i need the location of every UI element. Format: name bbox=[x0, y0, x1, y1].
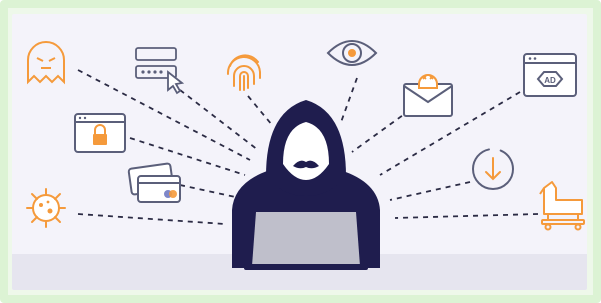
ghost-icon bbox=[27, 41, 65, 85]
browser-ad-icon bbox=[523, 53, 577, 97]
login-form-cursor-icon bbox=[135, 47, 185, 95]
fingerprint-icon bbox=[226, 54, 261, 91]
virus-icon bbox=[26, 188, 66, 228]
credit-cards-icon bbox=[127, 162, 181, 203]
cyber-threats-illustration: AD bbox=[26, 40, 585, 270]
trojan-horse-icon bbox=[539, 181, 585, 231]
hooded-hacker-laptop bbox=[232, 100, 380, 270]
ad-badge-label: AD bbox=[544, 76, 556, 85]
browser-lock-icon bbox=[74, 113, 126, 153]
eye-icon bbox=[326, 40, 378, 66]
envelope-skull-icon bbox=[403, 74, 453, 117]
download-icon bbox=[472, 148, 514, 190]
